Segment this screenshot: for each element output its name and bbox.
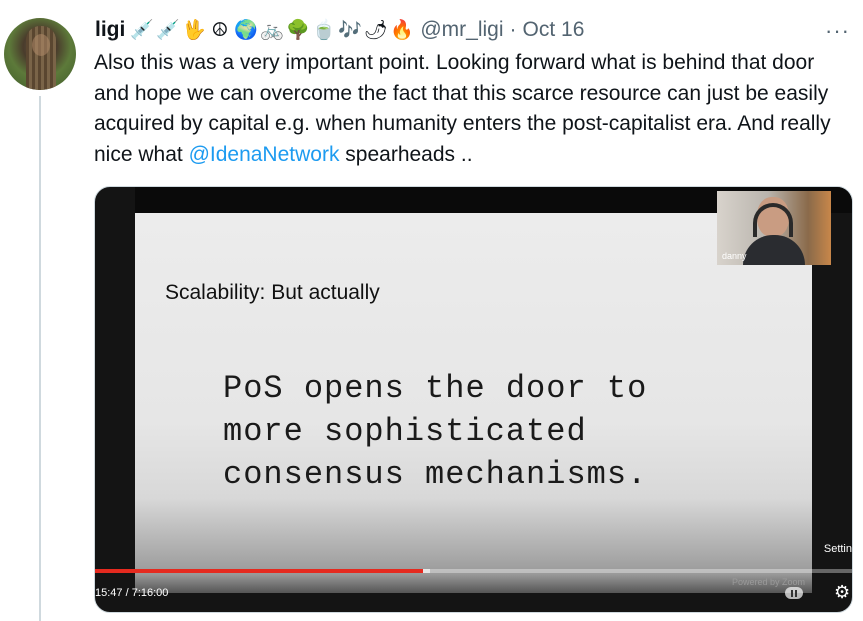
- separator-dot: ·: [509, 18, 517, 41]
- camera-name-label: danny: [722, 251, 747, 261]
- syringe-icon: 💉: [156, 19, 180, 41]
- tweet-text-tail: spearheads ..: [339, 142, 473, 166]
- video-player[interactable]: Scalability: But actually PoS opens the …: [94, 186, 853, 613]
- slide-title: Scalability: But actually: [165, 281, 380, 304]
- progress-played: [95, 569, 423, 573]
- pause-button[interactable]: [785, 587, 803, 599]
- presentation-slide: Scalability: But actually PoS opens the …: [135, 213, 812, 593]
- video-time: 15:47 / 7:16:00: [95, 587, 169, 599]
- fire-icon: 🔥: [390, 19, 414, 41]
- author-handle[interactable]: @mr_ligi: [420, 18, 503, 42]
- syringe-icon: 💉: [130, 19, 154, 41]
- progress-bar[interactable]: [95, 569, 852, 573]
- vulcan-salute-icon: 🖖: [182, 19, 206, 41]
- gear-icon[interactable]: ⚙: [834, 583, 852, 601]
- thread-line: [39, 96, 41, 621]
- tweet-header: ligi 💉 💉 🖖 ☮ 🌍 🚲 🌳 🍵 🎶 🌶 🔥 @mr_ligi · Oc…: [95, 16, 584, 44]
- globe-icon: 🌍: [234, 19, 258, 41]
- author-emojis: 💉 💉 🖖 ☮ 🌍 🚲 🌳 🍵 🎶 🌶 🔥: [129, 18, 414, 43]
- settings-label[interactable]: Settin: [824, 543, 852, 555]
- bicycle-icon: 🚲: [260, 19, 284, 41]
- mention-link[interactable]: @IdenaNetwork: [189, 143, 340, 166]
- avatar[interactable]: [4, 18, 76, 90]
- progress-buffered: [422, 569, 430, 573]
- music-notes-icon: 🎶: [338, 19, 362, 41]
- slide-body: PoS opens the door to more sophisticated…: [223, 370, 648, 493]
- tree-icon: 🌳: [286, 19, 310, 41]
- tweet-text: Also this was a very important point. Lo…: [94, 48, 854, 170]
- author-name[interactable]: ligi: [95, 18, 125, 42]
- chili-pepper-icon: 🌶: [363, 19, 388, 41]
- peace-icon: ☮: [211, 19, 229, 41]
- more-options-icon[interactable]: ···: [825, 18, 850, 44]
- tweet-date[interactable]: Oct 16: [523, 18, 585, 42]
- speaker-camera: danny: [717, 191, 831, 265]
- matcha-icon: 🍵: [312, 19, 336, 41]
- powered-by-label: Powered by Zoom: [732, 577, 806, 587]
